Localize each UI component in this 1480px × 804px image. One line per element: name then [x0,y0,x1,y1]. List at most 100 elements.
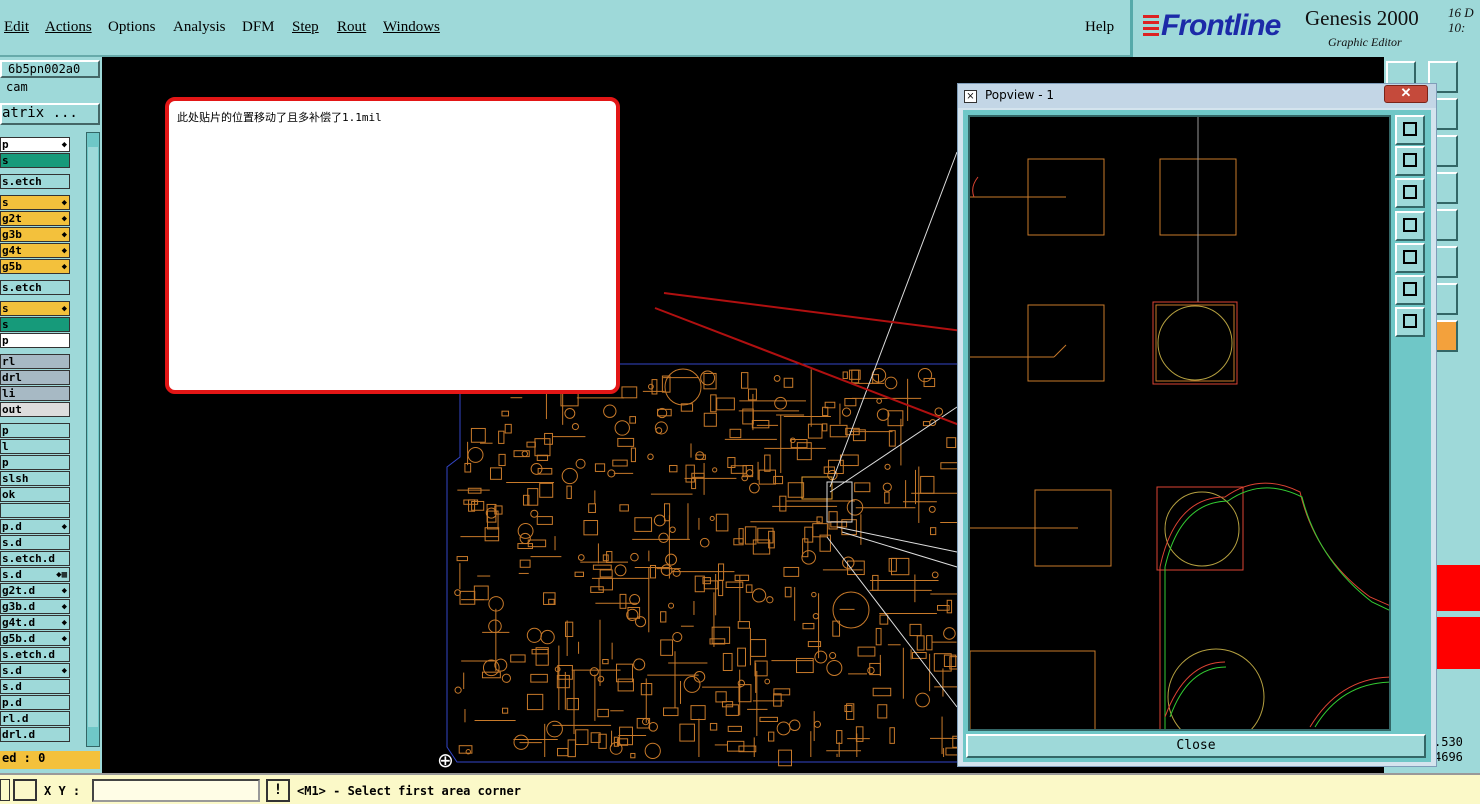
layer-row[interactable]: p.d ◆ [0,519,70,534]
layer-name: p.d [2,520,22,533]
origin-icon: ⊕ [437,748,454,772]
menu-analysis[interactable]: Analysis [173,19,226,36]
xy-input[interactable] [92,779,260,802]
zoom-home-icon[interactable] [1395,275,1425,305]
layer-row[interactable]: g2t ◆ [0,211,70,226]
layer-row[interactable]: s ◆ [0,301,70,316]
window-close-button[interactable]: ✕ [1384,85,1428,103]
layer-row[interactable]: g3b ◆ [0,227,70,242]
via [737,679,746,688]
trace [1053,344,1067,358]
tool-glyph [1403,122,1417,136]
via [589,667,599,677]
layer-row[interactable]: l [0,439,70,454]
layer-row[interactable]: p [0,455,70,470]
status-button-left[interactable] [0,779,10,801]
layer-row[interactable]: g5b.d ◆ [0,631,70,646]
pad [602,554,609,562]
pad [779,495,787,512]
pad [602,658,609,665]
layer-row[interactable]: s [0,317,70,332]
layer-row[interactable]: g2t.d ◆ [0,583,70,598]
grid-toggle-button[interactable] [13,779,37,801]
pad [663,707,679,717]
status-message: <M1> - Select first area corner [297,784,521,798]
layer-row[interactable]: p [0,423,70,438]
copper-outline-red [1159,482,1389,729]
layer-row[interactable]: slsh [0,471,70,486]
menu-help[interactable]: Help [1085,19,1114,36]
layer-row[interactable]: g3b.d ◆ [0,599,70,614]
layer-row[interactable]: g4t ◆ [0,243,70,258]
zoomed-pads [970,117,1389,729]
layer-affected-icon: ◆ [61,634,67,644]
layer-row[interactable]: p [0,333,70,348]
pad [664,503,671,522]
layer-row[interactable]: s.d [0,535,70,550]
popview-canvas[interactable] [968,115,1391,731]
via [826,659,843,676]
via [776,721,791,736]
layer-row[interactable]: ok [0,487,70,502]
layer-row[interactable]: rl.d [0,711,70,726]
layer-row[interactable]: s [0,153,70,168]
layer-row[interactable]: g5b ◆ [0,259,70,274]
layer-row[interactable]: s.d [0,679,70,694]
menu-actions[interactable]: Actions [45,19,92,36]
menu-options[interactable]: Options [108,19,156,36]
menu-rout[interactable]: Rout [337,19,366,36]
layer-name: g4t.d [2,616,36,629]
popview-close-button[interactable]: Close [966,734,1426,758]
zoom-fit-icon[interactable] [1395,115,1425,145]
layer-row[interactable]: rl [0,354,70,369]
layer-row[interactable]: s ◆ [0,195,70,210]
matrix-button[interactable]: atrix ... [0,103,100,125]
via [876,398,882,404]
pad [829,424,848,438]
zoom-out-icon[interactable] [1395,178,1425,208]
pad [796,442,812,461]
layer-row[interactable]: s.etch.d [0,551,70,566]
layer-row[interactable] [0,503,70,518]
layer-affected-icon: ◆ [61,586,67,596]
zoom-in-icon[interactable] [1395,146,1425,176]
via [751,588,767,603]
layer-row[interactable]: g4t.d ◆ [0,615,70,630]
layer-row[interactable]: drl [0,370,70,385]
job-name-field[interactable]: 6b5pn002a0 [0,60,100,78]
layer-row[interactable]: s.etch [0,280,70,295]
pad [733,538,744,546]
layer-name: s [2,196,9,209]
pad [526,441,536,448]
menu-dfm[interactable]: DFM [242,19,275,36]
pad [691,472,705,478]
pan-left-icon[interactable] [1395,211,1425,241]
via [934,407,944,417]
layer-row[interactable]: s.d ◆ [0,663,70,678]
color-swatch-red [1436,565,1480,611]
menu-windows[interactable]: Windows [383,19,440,36]
pan-right-icon[interactable] [1395,243,1425,273]
status-bar: X Y : ! <M1> - Select first area corner [0,773,1480,804]
layer-row[interactable]: s.etch [0,174,70,189]
warning-button[interactable]: ! [266,779,290,802]
pad [1027,304,1105,382]
layer-row[interactable]: s.etch.d [0,647,70,662]
via [530,509,539,518]
menu-step[interactable]: Step [292,19,319,36]
copper-outline-red [972,176,979,198]
scrollbar-thumb[interactable] [88,147,98,727]
layer-row[interactable]: drl.d [0,727,70,742]
layer-list-scrollbar[interactable] [86,132,100,747]
via [501,673,512,683]
layer-row[interactable]: out [0,402,70,417]
layer-row[interactable]: p ◆ [0,137,70,152]
layer-row[interactable]: s.d ◆▦ [0,567,70,582]
popview-titlebar[interactable]: × Popview - 1 ✕ [958,84,1436,108]
annotation-note: 此处贴片的位置移动了且多补偿了1.1mil [165,97,620,394]
layer-row[interactable]: p.d [0,695,70,710]
layer-name: slsh [2,472,29,485]
zoom-area-icon[interactable] [1395,307,1425,337]
layer-row[interactable]: li [0,386,70,401]
menu-edit[interactable]: Edit [4,19,29,36]
